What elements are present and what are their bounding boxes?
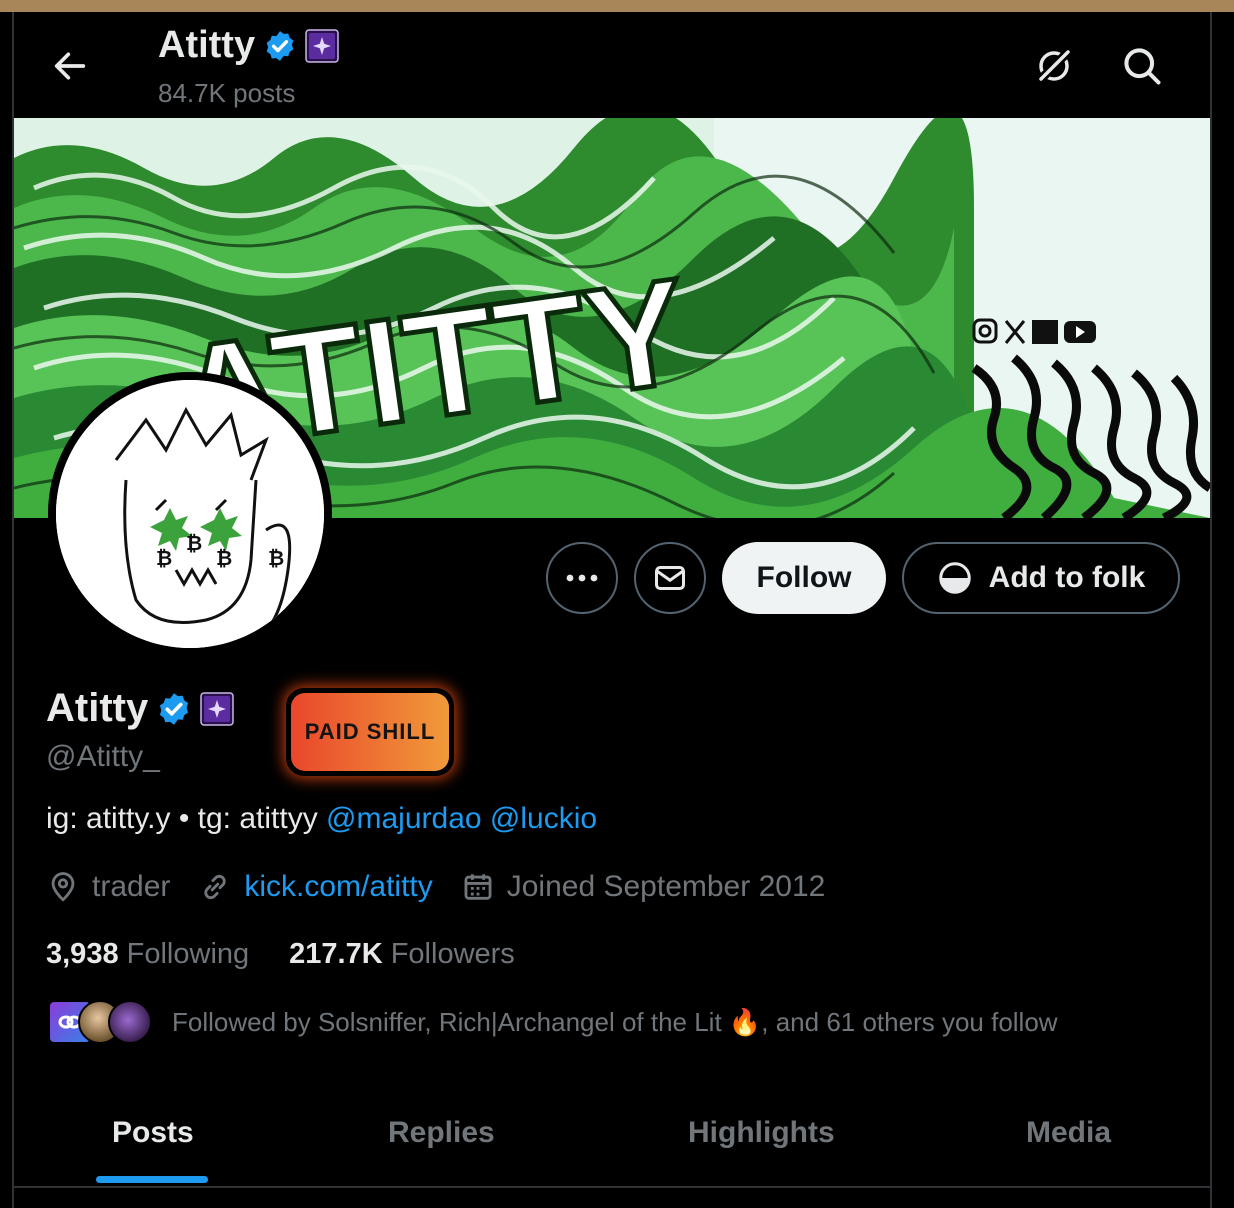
more-options-button[interactable] xyxy=(546,542,618,614)
header-title: Atitty xyxy=(158,24,256,66)
profile-meta: trader kick.com/atitty Joined September … xyxy=(46,870,825,904)
avatar-art: ₿ ₿ ₿ ₿ xyxy=(56,380,324,648)
right-gutter xyxy=(1212,12,1234,1208)
followers-count: 217.7K xyxy=(289,938,383,970)
svg-text:₿: ₿ xyxy=(268,546,284,570)
profile-handle: @Atitty_ xyxy=(46,740,160,773)
paid-shill-badge[interactable]: PAID SHILL xyxy=(286,688,454,776)
follower-avatar xyxy=(108,1000,152,1044)
search-icon xyxy=(1124,48,1161,85)
verified-badge-icon xyxy=(266,30,294,61)
header-title-row: Atitty xyxy=(158,24,339,67)
folk-icon xyxy=(938,562,971,594)
profile-name: Atitty xyxy=(46,686,149,730)
tab-media[interactable]: Media xyxy=(1026,1116,1111,1150)
profile-bio: ig: atitty.y • tg: atittyy @majurdao @lu… xyxy=(46,802,597,836)
calendar-icon xyxy=(464,874,492,900)
svg-text:₿: ₿ xyxy=(156,546,172,570)
tab-posts[interactable]: Posts xyxy=(112,1116,194,1150)
more-dots-icon xyxy=(566,574,598,582)
envelope-icon xyxy=(655,566,685,590)
followed-by-row[interactable]: Followed by Solsniffer, Rich|Archangel o… xyxy=(48,1000,1058,1044)
bio-mention-luckio[interactable]: @luckio xyxy=(490,802,597,835)
followed-by-text: Followed by Solsniffer, Rich|Archangel o… xyxy=(172,1006,1058,1037)
follow-counts: 3,938 Following 217.7K Followers xyxy=(46,938,515,971)
back-button[interactable] xyxy=(50,46,90,86)
bio-text: ig: atitty.y • tg: atittyy xyxy=(46,802,327,835)
tab-highlights[interactable]: Highlights xyxy=(688,1116,835,1150)
link-icon xyxy=(204,874,227,900)
window-top-strip xyxy=(0,0,1234,12)
affiliate-badge-icon[interactable] xyxy=(200,691,234,726)
active-tab-indicator xyxy=(96,1176,208,1183)
paid-shill-label: PAID SHILL xyxy=(291,693,449,771)
following-label: Following xyxy=(126,938,250,970)
grok-icon xyxy=(1036,48,1072,84)
profile-header: Atitty 84.7K posts xyxy=(14,12,1210,118)
svg-text:₿: ₿ xyxy=(186,531,202,555)
following-link[interactable]: 3,938 Following xyxy=(46,938,249,971)
add-to-folk-button[interactable]: Add to folk xyxy=(902,542,1180,614)
profile-location: trader xyxy=(92,870,171,903)
followers-link[interactable]: 217.7K Followers xyxy=(289,938,515,971)
bio-mention-majurdao[interactable]: @majurdao xyxy=(326,802,482,835)
verified-badge-icon[interactable] xyxy=(156,691,192,727)
svg-text:₿: ₿ xyxy=(216,546,232,570)
grok-button[interactable] xyxy=(1032,44,1076,88)
arrow-left-icon xyxy=(54,52,86,80)
followers-label: Followers xyxy=(390,938,515,970)
profile-tabs: Posts Replies Highlights Media xyxy=(14,1090,1210,1188)
profile-page: Atitty 84.7K posts ATITTY ₿ ₿ ₿ ₿ Follow… xyxy=(12,12,1212,1208)
tab-replies[interactable]: Replies xyxy=(388,1116,495,1150)
profile-joined-date: Joined September 2012 xyxy=(506,870,826,903)
profile-avatar[interactable]: ₿ ₿ ₿ ₿ xyxy=(48,372,332,656)
following-count: 3,938 xyxy=(46,938,119,970)
affiliate-badge-icon xyxy=(305,28,339,63)
profile-name-row: Atitty xyxy=(46,686,234,731)
header-posts-count: 84.7K posts xyxy=(158,78,296,108)
add-to-folk-label: Add to folk xyxy=(988,561,1146,594)
profile-website-link[interactable]: kick.com/atitty xyxy=(244,870,432,904)
location-pin-icon xyxy=(51,872,75,902)
message-button[interactable] xyxy=(634,542,706,614)
search-button[interactable] xyxy=(1120,44,1164,88)
follow-button[interactable]: Follow xyxy=(722,542,886,614)
